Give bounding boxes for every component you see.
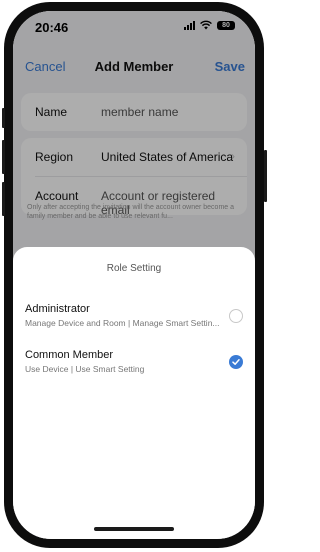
role-option-common-member[interactable]: Common Member Use Device | Use Smart Set… bbox=[13, 349, 255, 389]
role-setting-sheet: Role Setting Administrator Manage Device… bbox=[13, 247, 255, 539]
role-option-subtitle: Manage Device and Room | Manage Smart Se… bbox=[25, 318, 220, 328]
home-indicator bbox=[94, 527, 174, 531]
phone-frame: 20:46 80 Cancel Add Member Save Name mem… bbox=[4, 2, 264, 548]
power-button bbox=[264, 150, 267, 202]
role-option-subtitle: Use Device | Use Smart Setting bbox=[25, 364, 145, 374]
volume-up-button bbox=[2, 140, 5, 174]
radio-checked-icon[interactable] bbox=[229, 355, 243, 369]
role-option-title: Common Member bbox=[25, 349, 114, 361]
sheet-title: Role Setting bbox=[106, 263, 162, 274]
role-option-administrator[interactable]: Administrator Manage Device and Room | M… bbox=[13, 303, 255, 343]
radio-unchecked-icon[interactable] bbox=[229, 309, 243, 323]
role-option-title: Administrator bbox=[25, 303, 90, 315]
volume-down-button bbox=[2, 182, 5, 216]
mute-switch bbox=[2, 108, 5, 128]
screen: 20:46 80 Cancel Add Member Save Name mem… bbox=[13, 11, 255, 539]
